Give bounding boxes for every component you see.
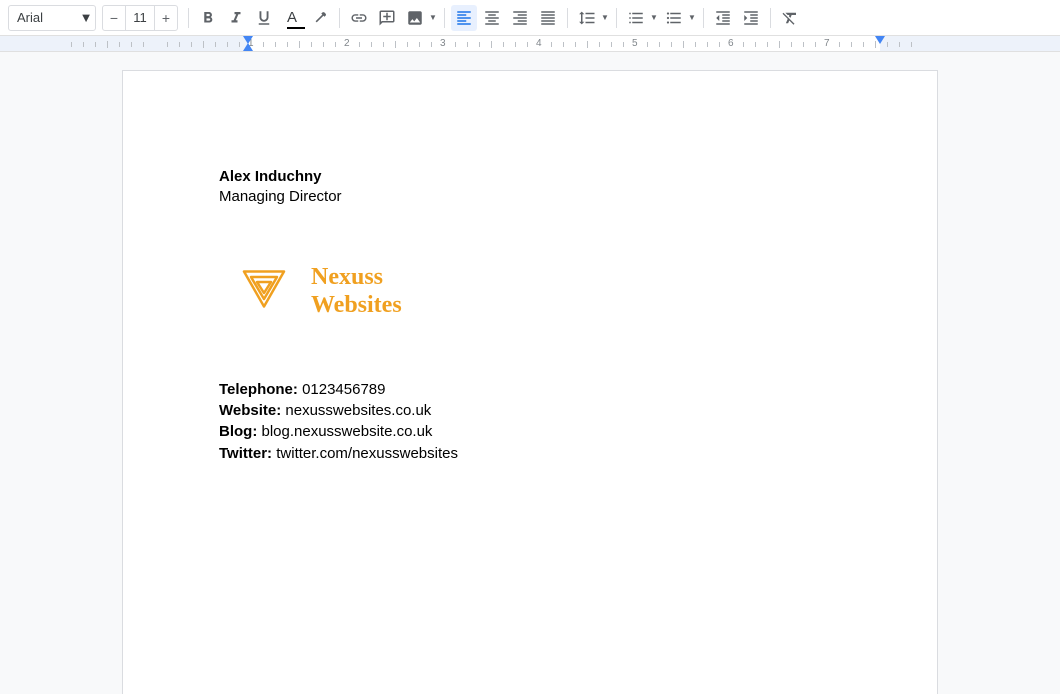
line-spacing-button[interactable]: [574, 5, 600, 31]
clear-formatting-button[interactable]: [777, 5, 803, 31]
logo-line2: Websites: [311, 292, 402, 320]
logo-line1: Nexuss: [311, 264, 402, 292]
checklist-button[interactable]: [623, 5, 649, 31]
insert-link-button[interactable]: [346, 5, 372, 31]
separator: [770, 8, 771, 28]
telephone-label: Telephone:: [219, 381, 298, 398]
decrease-font-button[interactable]: −: [103, 6, 125, 30]
text-color-button[interactable]: A: [279, 5, 305, 31]
align-center-button[interactable]: [479, 5, 505, 31]
nexuss-logo-icon: [239, 264, 289, 320]
chevron-down-icon[interactable]: ▼: [600, 13, 610, 22]
blog-value: blog.nexusswebsite.co.uk: [262, 423, 433, 440]
increase-font-button[interactable]: +: [155, 6, 177, 30]
twitter-value: twitter.com/nexusswebsites: [276, 445, 458, 462]
chevron-down-icon[interactable]: ▼: [687, 13, 697, 22]
align-right-button[interactable]: [507, 5, 533, 31]
separator: [444, 8, 445, 28]
signature-title: Managing Director: [219, 187, 841, 207]
chevron-down-icon: ▼: [81, 10, 91, 25]
right-indent-marker[interactable]: [875, 36, 885, 44]
signature-name: Alex Induchny: [219, 168, 322, 185]
website-label: Website:: [219, 402, 281, 419]
separator: [703, 8, 704, 28]
font-name: Arial: [17, 10, 43, 25]
chevron-down-icon[interactable]: ▼: [649, 13, 659, 22]
page[interactable]: Alex Induchny Managing Director Nexuss W: [122, 70, 938, 694]
logo-block: Nexuss Websites: [239, 264, 841, 320]
website-value: nexusswebsites.co.uk: [285, 402, 431, 419]
underline-button[interactable]: [251, 5, 277, 31]
insert-image-button[interactable]: [402, 5, 428, 31]
twitter-label: Twitter:: [219, 445, 272, 462]
separator: [188, 8, 189, 28]
font-size-input[interactable]: [125, 6, 155, 30]
toolbar: Arial ▼ − + A ▼ ▼ ▼ ▼: [0, 0, 1060, 36]
highlight-button[interactable]: [307, 5, 333, 31]
increase-indent-button[interactable]: [738, 5, 764, 31]
separator: [339, 8, 340, 28]
ruler: 1234567: [0, 36, 1060, 52]
logo-text: Nexuss Websites: [311, 264, 402, 319]
telephone-value: 0123456789: [302, 381, 385, 398]
insert-comment-button[interactable]: [374, 5, 400, 31]
document-area: Alex Induchny Managing Director Nexuss W: [0, 52, 1060, 694]
font-selector[interactable]: Arial ▼: [8, 5, 96, 31]
separator: [567, 8, 568, 28]
chevron-down-icon[interactable]: ▼: [428, 13, 438, 22]
italic-button[interactable]: [223, 5, 249, 31]
page-content: Alex Induchny Managing Director Nexuss W: [219, 167, 841, 464]
blog-label: Blog:: [219, 423, 257, 440]
align-justify-button[interactable]: [535, 5, 561, 31]
align-left-button[interactable]: [451, 5, 477, 31]
indent-marker-bottom[interactable]: [243, 43, 253, 51]
separator: [616, 8, 617, 28]
decrease-indent-button[interactable]: [710, 5, 736, 31]
bulleted-list-button[interactable]: [661, 5, 687, 31]
bold-button[interactable]: [195, 5, 221, 31]
font-size-group: − +: [102, 5, 178, 31]
